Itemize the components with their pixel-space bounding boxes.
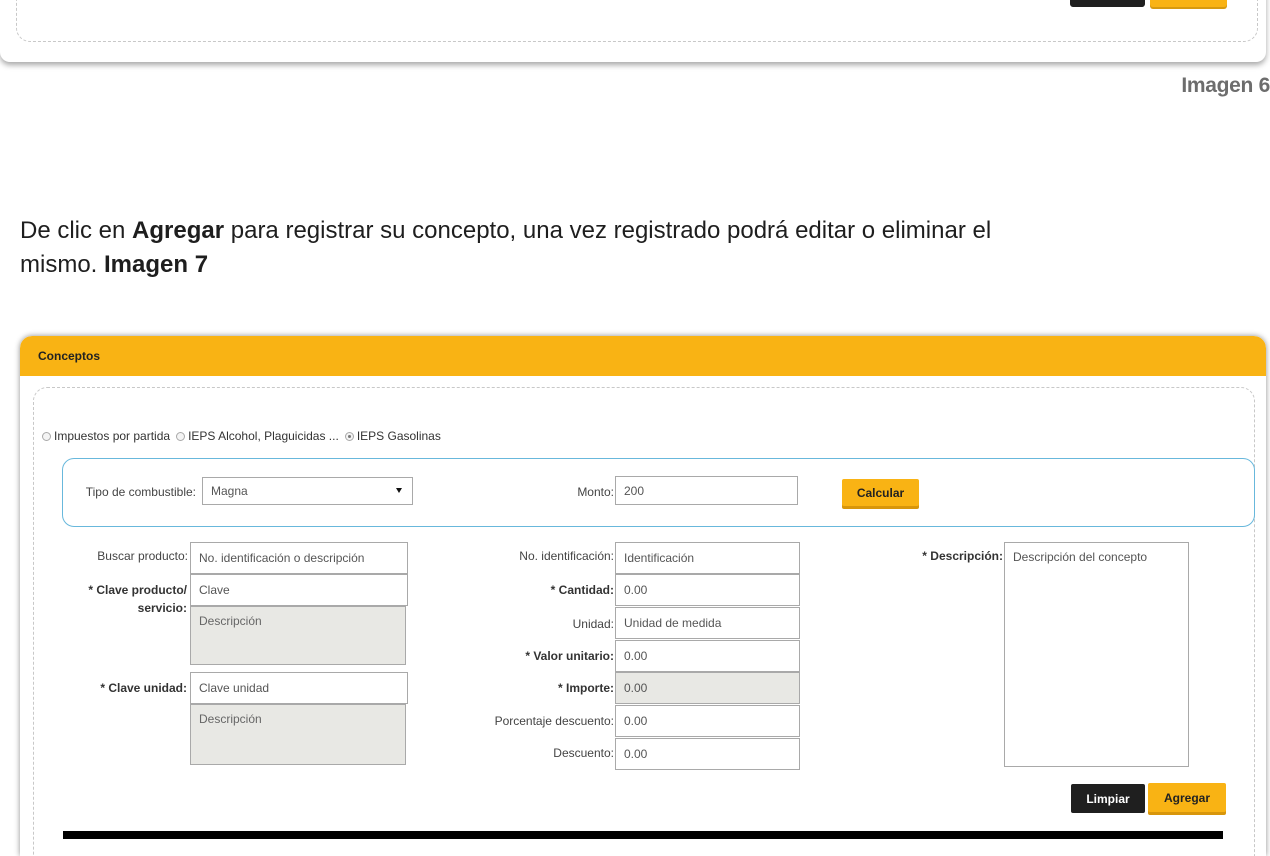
panel-title: Conceptos — [38, 349, 101, 363]
clave-producto-descripcion: Descripción — [190, 606, 406, 665]
descripcion-label: * Descripción: — [922, 549, 1003, 563]
instruction-middle: para registrar su concepto, una vez regi… — [224, 217, 992, 244]
descuento-value: 0.00 — [624, 747, 648, 761]
unidad-input[interactable]: Unidad de medida — [615, 607, 800, 639]
instruction-prefix: De clic en — [20, 217, 133, 244]
tipo-combustible-value: Magna — [211, 484, 248, 498]
valor-unitario-input[interactable]: 0.00 — [615, 640, 800, 672]
valor-unitario-value: 0.00 — [624, 649, 648, 663]
radio-label: Impuestos por partida — [54, 429, 171, 443]
agregar-button[interactable]: Agregar — [1148, 783, 1226, 812]
clave-producto-label-2: servicio: — [137, 601, 187, 615]
clave-producto-placeholder: Clave — [199, 583, 230, 597]
panel-header — [20, 336, 1266, 376]
instruction-text: De clic en Agregar para registrar su con… — [20, 214, 1270, 282]
previous-agregar-button[interactable] — [1150, 0, 1227, 7]
descuento-input[interactable]: 0.00 — [615, 738, 800, 770]
radio-unchecked-icon — [42, 431, 51, 441]
radio-ieps-gasolinas[interactable]: IEPS Gasolinas — [344, 429, 441, 443]
unidad-placeholder: Unidad de medida — [624, 616, 722, 630]
buscar-producto-label: Buscar producto: — [97, 549, 188, 563]
radio-impuestos-por-partida[interactable]: Impuestos por partida — [42, 429, 170, 443]
instruction-bold-agregar: Agregar — [132, 217, 225, 244]
descuento-label: Descuento: — [553, 746, 614, 760]
buscar-producto-input[interactable]: No. identificación o descripción — [190, 542, 408, 574]
chevron-down-icon — [396, 488, 402, 493]
instruction-bold-imagen7: Imagen 7 — [104, 251, 209, 278]
cantidad-label: * Cantidad: — [550, 583, 614, 597]
tipo-combustible-label: Tipo de combustible: — [85, 485, 196, 499]
porcentaje-descuento-label: Porcentaje descuento: — [494, 714, 614, 728]
clave-producto-label-1: * Clave producto/ — [88, 583, 187, 597]
tax-type-radio-group: Impuestos por partida IEPS Alcohol, Plag… — [42, 429, 447, 443]
previous-panel — [0, 0, 1266, 62]
descripcion-textarea[interactable]: Descripción del concepto — [1004, 542, 1189, 767]
instruction-line-2: mismo. Imagen 7 — [20, 248, 1270, 282]
importe-label: * Importe: — [557, 681, 614, 695]
valor-unitario-label: * Valor unitario: — [525, 649, 614, 663]
monto-label: Monto: — [577, 485, 614, 499]
porcentaje-descuento-value: 0.00 — [624, 714, 648, 728]
monto-value: 200 — [624, 483, 645, 498]
clave-producto-input[interactable]: Clave — [190, 574, 408, 606]
cantidad-input[interactable]: 0.00 — [615, 574, 800, 606]
calcular-button[interactable]: Calcular — [842, 479, 919, 506]
radio-checked-icon — [344, 431, 354, 441]
no-identificacion-input[interactable]: Identificación — [615, 542, 800, 574]
tipo-combustible-select[interactable]: Magna — [202, 477, 413, 505]
radio-label: IEPS Alcohol, Plaguicidas ... — [188, 429, 339, 443]
descripcion-placeholder: Descripción del concepto — [1013, 550, 1148, 564]
cantidad-value: 0.00 — [624, 583, 648, 597]
previous-limpiar-button[interactable] — [1070, 0, 1145, 7]
no-identificacion-label: No. identificación: — [519, 549, 614, 563]
limpiar-button[interactable]: Limpiar — [1071, 784, 1145, 813]
porcentaje-descuento-input[interactable]: 0.00 — [615, 705, 800, 737]
concepts-table-header — [63, 831, 1223, 839]
monto-input[interactable]: 200 — [615, 476, 798, 505]
clave-unidad-descripcion: Descripción — [190, 704, 406, 765]
clave-unidad-desc-text: Descripción — [199, 712, 262, 726]
buscar-producto-placeholder: No. identificación o descripción — [199, 551, 365, 565]
no-identificacion-placeholder: Identificación — [624, 551, 695, 565]
importe-input: 0.00 — [615, 672, 800, 704]
radio-ieps-alcohol[interactable]: IEPS Alcohol, Plaguicidas ... — [176, 429, 339, 443]
clave-unidad-placeholder: Clave unidad — [199, 681, 270, 695]
radio-unchecked-icon — [176, 431, 186, 441]
unidad-label: Unidad: — [572, 617, 614, 631]
clave-unidad-input[interactable]: Clave unidad — [190, 672, 408, 704]
clave-unidad-label: * Clave unidad: — [100, 681, 187, 695]
image-caption-6: Imagen 6 — [1181, 74, 1270, 97]
importe-value: 0.00 — [624, 681, 648, 695]
clave-producto-desc-text: Descripción — [199, 614, 262, 628]
radio-label: IEPS Gasolinas — [356, 429, 441, 443]
instruction-line2-text: mismo. — [20, 251, 104, 278]
